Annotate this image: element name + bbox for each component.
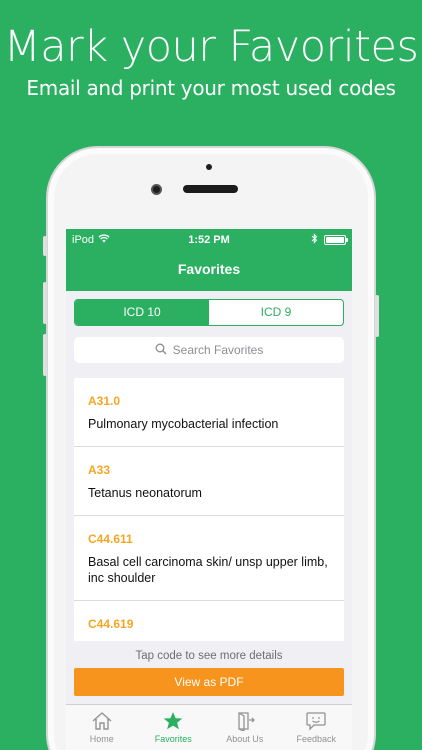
segment-icd9[interactable]: ICD 9 <box>209 300 343 325</box>
phone-camera <box>151 184 162 195</box>
feedback-icon <box>305 711 327 731</box>
list-item[interactable]: C44.611 Basal cell carcinoma skin/ unsp … <box>74 516 344 601</box>
app-screen: iPod 1:52 PM Favorites ICD 10 ICD 9 Sear… <box>66 229 352 750</box>
tab-favorites-label: Favorites <box>154 734 192 744</box>
phone-speaker <box>183 185 238 193</box>
list-item[interactable]: A31.0 Pulmonary mycobacterial infection <box>74 378 344 447</box>
tab-about-us-label: About Us <box>226 734 264 744</box>
list-item[interactable]: C44.619 <box>74 601 344 641</box>
favorite-description: Tetanus neonatorum <box>88 486 202 500</box>
favorite-code: C44.619 <box>88 617 134 631</box>
tab-feedback[interactable]: Feedback <box>281 705 353 750</box>
favorites-list: A31.0 Pulmonary mycobacterial infection … <box>74 378 344 641</box>
search-input[interactable]: Search Favorites <box>74 337 344 363</box>
phone-power-button <box>375 295 379 337</box>
favorite-code: A33 <box>88 463 111 477</box>
battery-icon <box>324 235 348 245</box>
list-item[interactable]: A33 Tetanus neonatorum <box>74 447 344 516</box>
tab-feedback-label: Feedback <box>296 734 337 744</box>
tab-about-us[interactable]: About Us <box>209 705 281 750</box>
phone-volume-down <box>43 334 47 376</box>
promo-headline: Mark your Favorites <box>3 22 419 72</box>
about-icon <box>234 711 256 731</box>
tab-favorites[interactable]: Favorites <box>138 705 210 750</box>
favorite-code: A31.0 <box>88 394 121 408</box>
star-icon <box>162 711 184 731</box>
favorite-description: Basal cell carcinoma skin/ unsp upper li… <box>88 555 328 585</box>
code-version-segmented-control: ICD 10 ICD 9 <box>74 299 344 326</box>
phone-sensor <box>206 164 212 170</box>
details-hint: Tap code to see more details <box>135 650 283 662</box>
view-as-pdf-button[interactable]: View as PDF <box>74 668 344 696</box>
nav-title: Favorites <box>66 251 352 291</box>
tab-home[interactable]: Home <box>66 705 138 750</box>
search-icon <box>155 343 167 358</box>
tab-home-label: Home <box>89 734 114 744</box>
phone-side-button <box>43 236 47 256</box>
segment-icd10[interactable]: ICD 10 <box>75 300 209 325</box>
phone-volume-up <box>43 282 47 324</box>
promo-subline: Email and print your most used codes <box>26 76 396 100</box>
home-icon <box>91 711 113 731</box>
status-time: 1:52 PM <box>188 234 230 246</box>
search-placeholder: Search Favorites <box>172 343 264 357</box>
favorite-code: C44.611 <box>88 532 133 546</box>
tab-bar: Home Favorites About Us Feedback <box>66 704 352 750</box>
favorite-description: Pulmonary mycobacterial infection <box>88 417 279 431</box>
status-bar: iPod 1:52 PM <box>66 229 352 251</box>
